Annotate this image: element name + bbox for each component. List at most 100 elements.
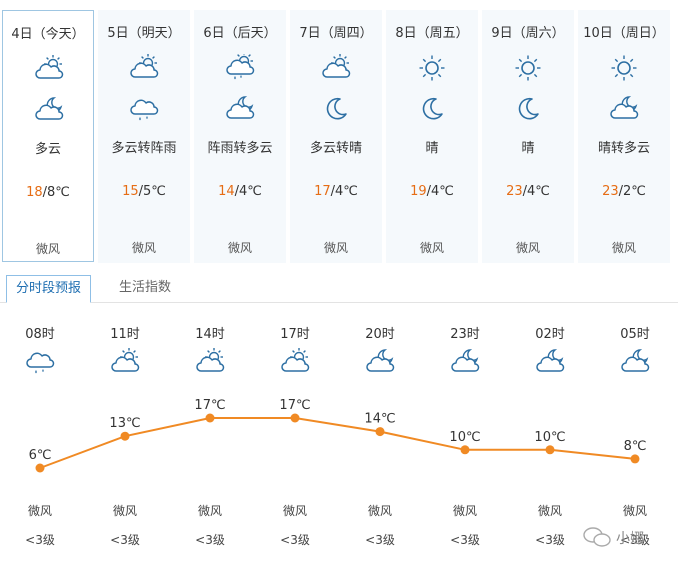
hour-wind: 微风 xyxy=(452,504,478,518)
day-temp-high: 18 xyxy=(26,185,43,200)
day-temp-high: 23 xyxy=(602,184,619,199)
day-temp: 18/8℃ xyxy=(3,185,93,200)
day-card-0[interactable]: 4日（今天） 多云 18/8℃ 微风 xyxy=(2,10,94,262)
tab-hourly-forecast[interactable]: 分时段预报 xyxy=(6,275,92,303)
day-temp: 23/4℃ xyxy=(482,184,574,199)
day-date: 10日（周日） xyxy=(583,26,665,41)
hourly-temperature-chart: 6℃ 13℃ 17℃ 17℃ 14℃ 10℃ 10℃ 8℃ xyxy=(29,398,647,473)
day-temp: 17/4℃ xyxy=(290,184,382,199)
day-date: 8日（周五） xyxy=(395,26,469,41)
temperature-point xyxy=(545,445,555,455)
hour-wind-level: <3级 xyxy=(450,533,480,547)
day-card-3[interactable]: 7日（周四） 多云转晴 17/4℃ 微风 xyxy=(290,10,382,263)
day-date: 5日（明天） xyxy=(107,26,181,41)
sun-icon xyxy=(609,54,639,82)
hour-wind: 微风 xyxy=(367,504,393,518)
cloudy-sun-icon xyxy=(34,55,64,83)
hour-wind: 微风 xyxy=(537,504,563,518)
temperature-point xyxy=(460,445,470,455)
day-desc: 多云转晴 xyxy=(309,141,362,156)
day-temp: 19/4℃ xyxy=(386,184,478,199)
hour-wind: 微风 xyxy=(622,504,648,518)
day-wind: 微风 xyxy=(611,241,636,255)
day-card-5[interactable]: 9日（周六） 晴 23/4℃ 微风 xyxy=(482,10,574,263)
cloudy-moon-icon xyxy=(450,348,480,374)
day-temp-high: 14 xyxy=(218,184,235,199)
hour-time: 11时 xyxy=(110,327,140,342)
day-date: 9日（周六） xyxy=(491,26,565,41)
cloudy-moon-icon xyxy=(225,95,255,123)
cloudy-sun-icon xyxy=(195,348,225,374)
day-card-1[interactable]: 5日（明天） 多云转阵雨 15/5℃ 微风 xyxy=(98,10,190,263)
day-temp: 23/2℃ xyxy=(578,184,670,199)
temperature-label: 17℃ xyxy=(194,398,225,413)
cloudy-sun-icon xyxy=(110,348,140,374)
day-date: 4日（今天） xyxy=(11,27,85,42)
cloudy-sun-icon xyxy=(321,54,351,82)
temperature-label: 6℃ xyxy=(29,448,52,463)
day-date: 7日（周四） xyxy=(299,26,373,41)
daily-forecast: 4日（今天） 多云 18/8℃ 微风 5日（明天） 多云转阵雨 15/5℃ 微风… xyxy=(0,10,678,263)
day-temp: 15/5℃ xyxy=(98,184,190,199)
cloudy-moon-icon xyxy=(620,348,650,374)
watermark-text: 小娜 xyxy=(616,531,644,547)
sun-icon xyxy=(513,54,543,82)
day-temp-low: /4℃ xyxy=(330,184,358,199)
hour-time: 17时 xyxy=(280,327,310,342)
day-date: 6日（后天） xyxy=(203,26,277,41)
shower-cloud-icon xyxy=(129,95,159,123)
day-card-4[interactable]: 8日（周五） 晴 19/4℃ 微风 xyxy=(386,10,478,263)
hour-time: 14时 xyxy=(195,327,225,342)
temperature-label: 8℃ xyxy=(624,439,647,454)
tab-life-index[interactable]: 生活指数 xyxy=(110,275,180,301)
shower-cloud-icon xyxy=(25,348,55,374)
day-wind: 微风 xyxy=(35,242,60,256)
day-desc: 多云 xyxy=(34,142,61,157)
temperature-label: 14℃ xyxy=(364,412,395,427)
moon-icon xyxy=(417,95,447,123)
temperature-point xyxy=(120,431,130,441)
hour-wind-level: <3级 xyxy=(365,533,395,547)
hour-wind: 微风 xyxy=(282,504,308,518)
day-wind: 微风 xyxy=(131,241,156,255)
hour-wind: 微风 xyxy=(112,504,138,518)
temperature-point xyxy=(290,413,300,423)
cloudy-moon-icon xyxy=(365,348,395,374)
hour-time: 02时 xyxy=(535,327,565,342)
forecast-tabs: 分时段预报 生活指数 xyxy=(0,272,678,303)
sun-icon xyxy=(417,54,447,82)
temperature-point xyxy=(205,413,215,423)
hour-time: 20时 xyxy=(365,327,395,342)
day-temp-low: /4℃ xyxy=(426,184,454,199)
hour-wind-level: <3级 xyxy=(280,533,310,547)
shower-sun-icon xyxy=(225,52,255,82)
day-temp: 14/4℃ xyxy=(194,184,286,199)
hour-wind-level: <3级 xyxy=(110,533,140,547)
temperature-point xyxy=(35,463,45,473)
day-wind: 微风 xyxy=(227,241,252,255)
temperature-label: 13℃ xyxy=(109,416,140,431)
day-desc: 晴 xyxy=(521,141,535,156)
day-temp-low: /2℃ xyxy=(618,184,646,199)
day-temp-high: 19 xyxy=(410,184,427,199)
day-card-6[interactable]: 10日（周日） 晴转多云 23/2℃ 微风 xyxy=(578,10,670,263)
day-desc: 阵雨转多云 xyxy=(207,141,273,156)
day-desc: 晴转多云 xyxy=(597,141,650,156)
hour-wind-level: <3级 xyxy=(25,533,55,547)
hour-time: 05时 xyxy=(620,327,650,342)
day-temp-low: /4℃ xyxy=(234,184,262,199)
day-desc: 多云转阵雨 xyxy=(111,141,177,156)
cloudy-sun-icon xyxy=(280,348,310,374)
temperature-label: 17℃ xyxy=(279,398,310,413)
day-wind: 微风 xyxy=(323,241,348,255)
temperature-point xyxy=(630,454,640,464)
day-temp-high: 17 xyxy=(314,184,331,199)
wechat-icon xyxy=(583,527,611,547)
day-temp-low: /4℃ xyxy=(522,184,550,199)
day-desc: 晴 xyxy=(425,141,439,156)
temperature-label: 10℃ xyxy=(534,430,565,445)
watermark: 小娜 xyxy=(582,526,674,550)
day-temp-low: /8℃ xyxy=(42,185,70,200)
hour-time: 23时 xyxy=(450,327,480,342)
day-card-2[interactable]: 6日（后天） 阵雨转多云 14/4℃ 微风 xyxy=(194,10,286,263)
